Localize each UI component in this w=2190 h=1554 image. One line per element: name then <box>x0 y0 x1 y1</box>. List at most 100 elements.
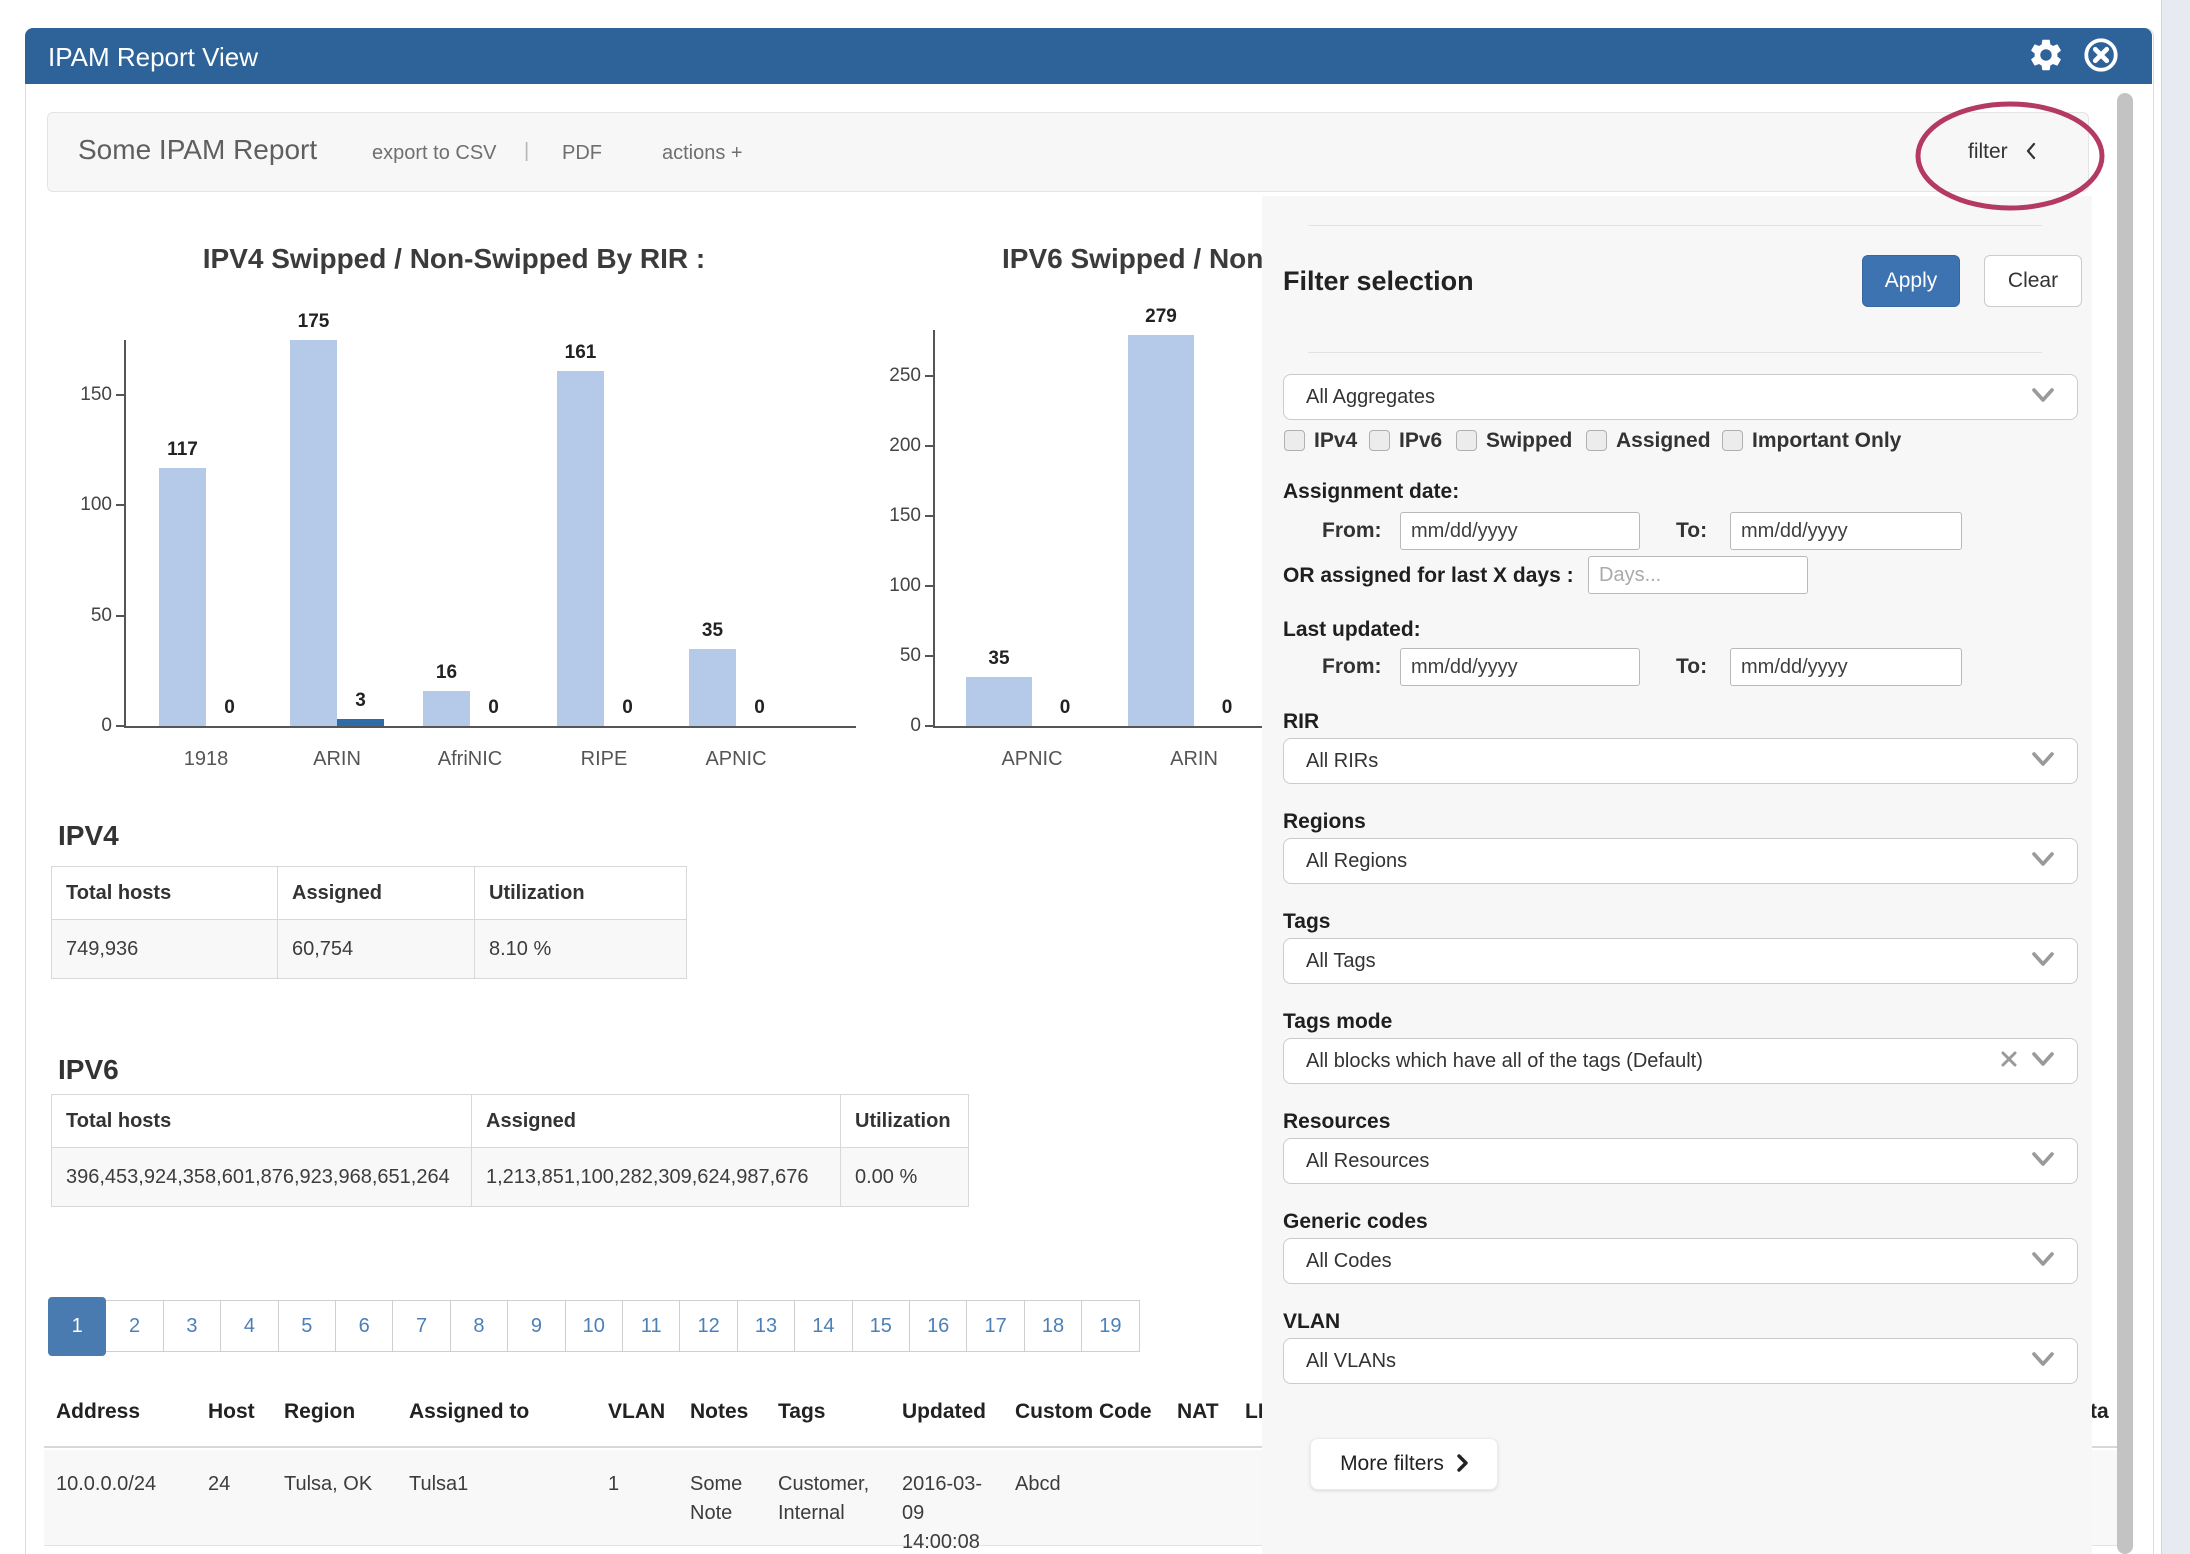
page-button-8[interactable]: 8 <box>450 1300 508 1352</box>
resources-select[interactable]: All Resources <box>1283 1138 2078 1184</box>
bar-value-label: 0 <box>224 697 235 719</box>
y-tick-mark <box>925 725 933 727</box>
bar-swipped-ripe <box>557 371 604 726</box>
more-filters-button[interactable]: More filters <box>1310 1438 1498 1490</box>
filter-label-regions: Regions <box>1283 810 1366 834</box>
x-category-label: AfriNIC <box>438 748 502 771</box>
y-tick-mark <box>925 585 933 587</box>
page-button-12[interactable]: 12 <box>679 1300 737 1352</box>
tags-mode-select[interactable]: All blocks which have all of the tags (D… <box>1283 1038 2078 1084</box>
assignment-from-label: From: <box>1322 519 1382 543</box>
filter-label-tags-mode: Tags mode <box>1283 1010 1392 1034</box>
generic-codes-select[interactable]: All Codes <box>1283 1238 2078 1284</box>
y-axis <box>933 330 935 726</box>
page-button-11[interactable]: 11 <box>622 1300 680 1352</box>
x-category-label: APNIC <box>705 748 766 771</box>
resources-select-value: All Resources <box>1306 1150 2031 1173</box>
page-button-4[interactable]: 4 <box>220 1300 278 1352</box>
records-col-vlan: VLAN <box>608 1400 665 1424</box>
y-tick-label: 150 <box>42 384 112 406</box>
clear-x-icon[interactable] <box>2001 1050 2031 1073</box>
page-button-13[interactable]: 13 <box>737 1300 795 1352</box>
page-button-17[interactable]: 17 <box>966 1300 1024 1352</box>
checkbox-ipv4[interactable] <box>1284 430 1305 451</box>
modal-scrollbar[interactable] <box>2117 93 2133 1554</box>
close-icon[interactable] <box>2082 36 2120 74</box>
aggregates-select[interactable]: All Aggregates <box>1283 374 2078 420</box>
ipv4-col-total-hosts: Total hosts <box>52 867 278 920</box>
ipv6-col-total-hosts: Total hosts <box>52 1095 472 1148</box>
ipv4-col-utilization: Utilization <box>475 867 687 920</box>
page-button-14[interactable]: 14 <box>794 1300 852 1352</box>
tags-select-value: All Tags <box>1306 950 2031 973</box>
last-updated-label: Last updated: <box>1283 618 1421 642</box>
report-toolbar-card <box>47 112 2089 192</box>
records-col-nat: NAT <box>1177 1400 1219 1424</box>
records-col-host: Host <box>208 1400 255 1424</box>
checkbox-label-important-only: Important Only <box>1752 429 1901 453</box>
days-input[interactable] <box>1588 556 1808 594</box>
bar-value-label: 161 <box>565 342 597 364</box>
page-button-9[interactable]: 9 <box>507 1300 565 1352</box>
checkbox-swipped[interactable] <box>1456 430 1477 451</box>
y-tick-label: 50 <box>42 605 112 627</box>
apply-button[interactable]: Apply <box>1862 255 1960 307</box>
chart-title-apnic-1: IPV6 Swipped / Non <box>1002 243 1263 275</box>
modal-titlebar <box>25 28 2152 84</box>
checkbox-assigned[interactable] <box>1586 430 1607 451</box>
updated-from-input[interactable] <box>1400 648 1640 686</box>
modal-title: IPAM Report View <box>48 42 258 73</box>
pdf-link[interactable]: PDF <box>562 142 602 165</box>
vlan-select[interactable]: All VLANs <box>1283 1338 2078 1384</box>
filter-label-rir: RIR <box>1283 710 1319 734</box>
chevron-down-icon <box>2031 1150 2055 1173</box>
bar-value-label: 0 <box>754 697 765 719</box>
filter-toggle-button[interactable]: filter <box>1968 140 2038 164</box>
checkbox-ipv6[interactable] <box>1369 430 1390 451</box>
toolbar-separator: | <box>524 140 529 163</box>
assignment-to-input[interactable] <box>1730 512 1962 550</box>
x-category-label: APNIC <box>1001 748 1062 771</box>
page-button-18[interactable]: 18 <box>1024 1300 1082 1352</box>
ipv6-section-heading: IPV6 <box>58 1054 119 1086</box>
page-button-19[interactable]: 19 <box>1081 1300 1139 1352</box>
clear-button[interactable]: Clear <box>1984 255 2082 307</box>
regions-select[interactable]: All Regions <box>1283 838 2078 884</box>
actions-menu-link[interactable]: actions + <box>662 142 743 165</box>
x-category-label: 1918 <box>184 748 229 771</box>
bar-value-label: 3 <box>355 690 366 712</box>
page-button-6[interactable]: 6 <box>335 1300 393 1352</box>
checkbox-important-only[interactable] <box>1722 430 1743 451</box>
y-tick-label: 150 <box>851 505 921 527</box>
chevron-down-icon <box>2031 1350 2055 1373</box>
ipv4-summary-table: Total hosts Assigned Utilization 749,936… <box>51 866 687 979</box>
page-button-3[interactable]: 3 <box>163 1300 221 1352</box>
y-tick-mark <box>116 394 124 396</box>
assignment-from-input[interactable] <box>1400 512 1640 550</box>
page-button-5[interactable]: 5 <box>278 1300 336 1352</box>
ipv4-utilization-value: 8.10 % <box>475 920 687 979</box>
tags-mode-select-value: All blocks which have all of the tags (D… <box>1306 1050 2001 1073</box>
bar-value-label: 0 <box>488 697 499 719</box>
ipv6-col-assigned: Assigned <box>472 1095 841 1148</box>
aggregates-select-value: All Aggregates <box>1306 386 2031 409</box>
chart-title-1918-0: IPV4 Swipped / Non-Swipped By RIR : <box>203 243 705 275</box>
panel-divider-top <box>1308 225 2042 226</box>
gear-icon[interactable] <box>2027 36 2065 74</box>
page-button-2[interactable]: 2 <box>105 1300 163 1352</box>
page-button-10[interactable]: 10 <box>565 1300 623 1352</box>
y-tick-mark <box>116 725 124 727</box>
bar-non-swipped-arin <box>337 719 384 726</box>
export-csv-link[interactable]: export to CSV <box>372 142 497 165</box>
page-button-15[interactable]: 15 <box>852 1300 910 1352</box>
generic-codes-select-value: All Codes <box>1306 1250 2031 1273</box>
checkbox-label-ipv6: IPv6 <box>1399 429 1442 453</box>
page-button-7[interactable]: 7 <box>392 1300 450 1352</box>
ipv6-col-utilization: Utilization <box>841 1095 969 1148</box>
updated-to-input[interactable] <box>1730 648 1962 686</box>
page-button-16[interactable]: 16 <box>909 1300 967 1352</box>
page-button-1[interactable]: 1 <box>48 1297 106 1356</box>
y-tick-mark <box>116 615 124 617</box>
tags-select[interactable]: All Tags <box>1283 938 2078 984</box>
rir-select[interactable]: All RIRs <box>1283 738 2078 784</box>
